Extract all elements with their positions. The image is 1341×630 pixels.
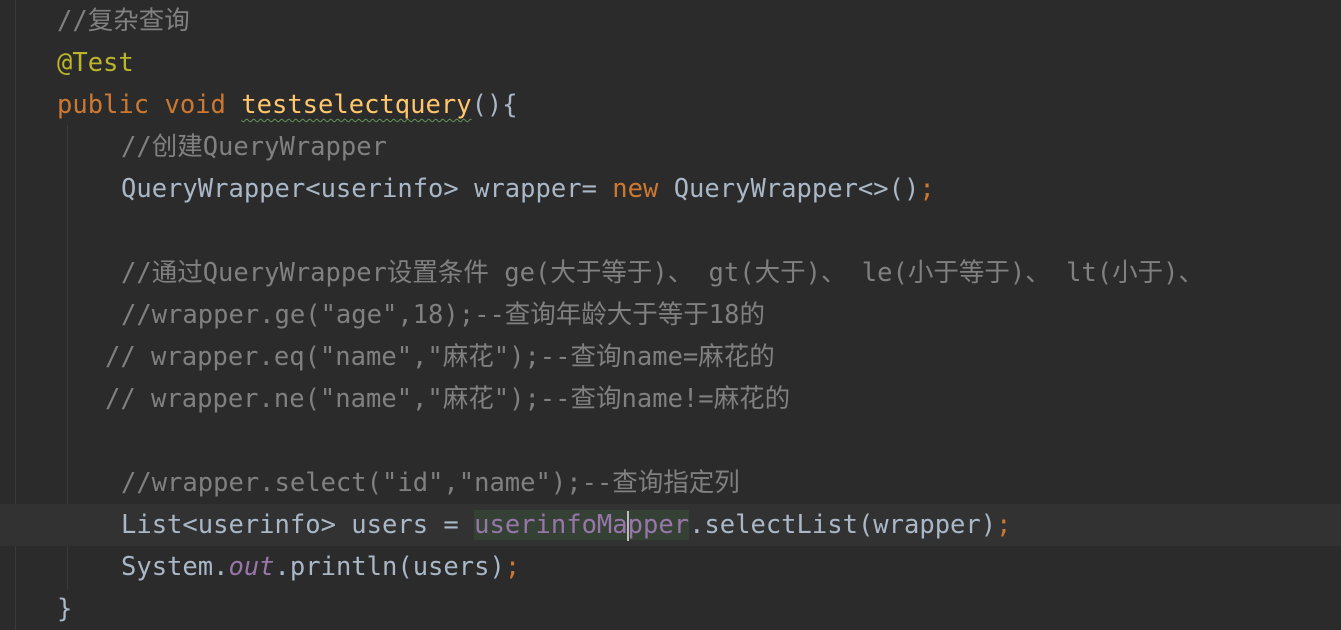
declaration-type: QueryWrapper<userinfo> wrapper= [121,174,613,204]
method-name[interactable]: testselectquery [241,90,471,120]
method-signature: public void testselectquery(){ [57,84,518,126]
code-line-11-empty[interactable] [0,420,1341,462]
system-class: System. [121,552,229,582]
code-line-3[interactable]: public void testselectquery(){ [0,84,1341,126]
code-line-12[interactable]: //wrapper.select("id","name");--查询指定列 [0,462,1341,504]
static-field-out: out [228,552,275,582]
comment-text: // wrapper.eq("name","麻花");--查询name=麻花的 [105,342,775,372]
semicolon: ; [919,174,935,204]
closing-brace: } [57,594,73,624]
code-editor[interactable]: //复杂查询 @Test public void testselectquery… [0,0,1341,630]
code-line-8[interactable]: //wrapper.ge("age",18);--查询年龄大于等于18的 [0,294,1341,336]
code-line-7[interactable]: //通过QueryWrapper设置条件 ge(大于等于)、 gt(大于)、 l… [0,252,1341,294]
keyword-public: public [57,90,150,120]
comment-text: //通过QueryWrapper设置条件 ge(大于等于)、 gt(大于)、 l… [121,258,1204,288]
annotation-text: @Test [57,48,134,78]
println-statement: System.out.println(users); [121,546,520,588]
comment-text: //创建QueryWrapper [121,132,387,162]
code-line-14[interactable]: System.out.println(users); [0,546,1341,588]
method-parens: (){ [471,90,518,120]
code-line-15[interactable]: } [0,588,1341,630]
select-list-statement: List<userinfo> users = userinfoMapper.se… [121,504,1011,546]
comment-text: //wrapper.ge("age",18);--查询年龄大于等于18的 [121,300,766,330]
keyword-void: void [164,90,226,120]
semicolon: ; [996,510,1012,540]
keyword-new: new [612,174,659,204]
mapper-field-part-1: userinfoMa [474,510,628,540]
semicolon: ; [504,552,521,582]
code-line-10[interactable]: // wrapper.ne("name","麻花");--查询name!=麻花的 [0,378,1341,420]
constructor-call: QueryWrapper<>() [658,174,920,204]
code-line-1[interactable]: //复杂查询 [0,0,1341,42]
declaration-type: List<userinfo> users = [121,510,475,540]
select-list-call: .selectList(wrapper) [689,510,997,540]
code-line-6-empty[interactable] [0,210,1341,252]
code-line-9[interactable]: // wrapper.eq("name","麻花");--查询name=麻花的 [0,336,1341,378]
comment-text: //wrapper.select("id","name");--查询指定列 [121,468,740,498]
code-line-2[interactable]: @Test [0,42,1341,84]
code-line-5[interactable]: QueryWrapper<userinfo> wrapper= new Quer… [0,168,1341,210]
comment-text: // wrapper.ne("name","麻花");--查询name!=麻花的 [105,384,791,414]
code-line-13-current[interactable]: List<userinfo> users = userinfoMapper.se… [0,504,1341,546]
comment-text: //复杂查询 [57,6,190,36]
mapper-field-part-2: pper [627,510,690,540]
code-line-4[interactable]: //创建QueryWrapper [0,126,1341,168]
wrapper-declaration: QueryWrapper<userinfo> wrapper= new Quer… [121,168,935,210]
println-call: .println(users) [274,552,505,582]
mapper-field-reference[interactable]: userinfoMapper [474,510,690,541]
